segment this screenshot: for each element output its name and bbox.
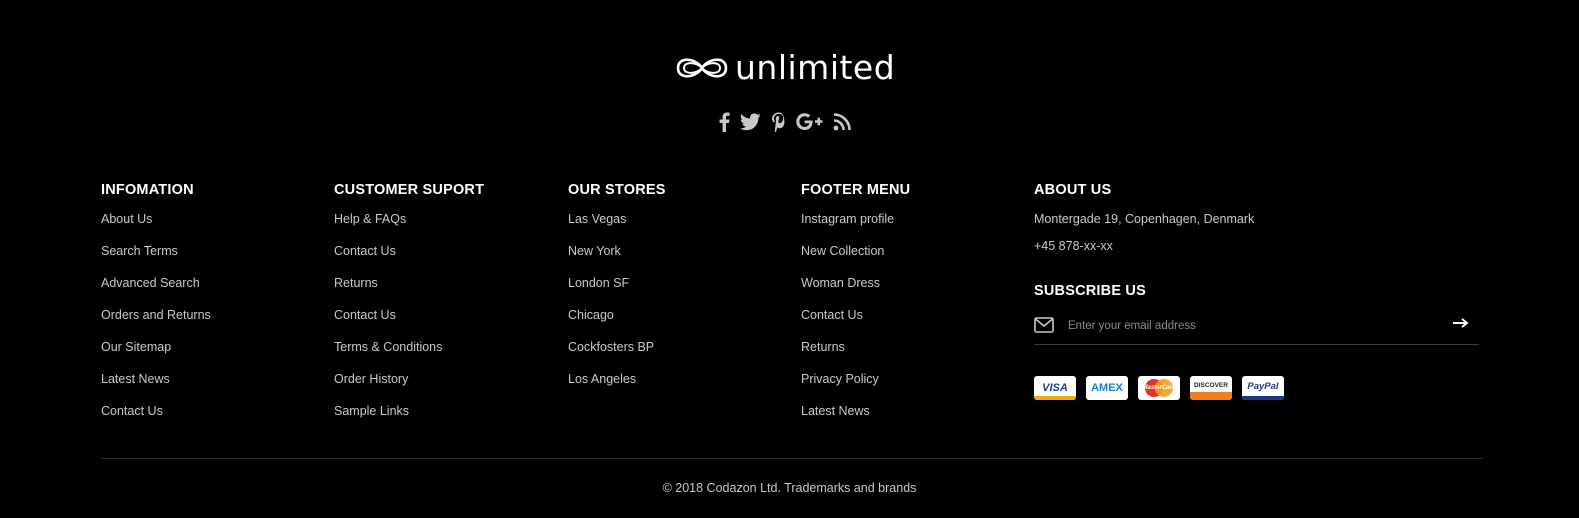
envelope-icon xyxy=(1034,317,1054,338)
footer-link[interactable]: New Collection xyxy=(801,243,894,275)
amex-label: AMEX xyxy=(1091,382,1123,394)
discover-card-icon: DISCOVER xyxy=(1190,376,1232,400)
footer-column-customer-support: CUSTOMER SUPORT Help & FAQs Contact Us R… xyxy=(334,182,485,418)
subscribe-title: SUBSCRIBE US xyxy=(1034,283,1146,299)
footer-link[interactable]: Advanced Search xyxy=(101,275,211,307)
footer-link[interactable]: New York xyxy=(568,243,654,275)
footer-column-footer-menu: FOOTER MENU Instagram profile New Collec… xyxy=(801,182,911,418)
link-list: Las Vegas New York London SF Chicago Coc… xyxy=(568,211,654,403)
footer-column-about-us: ABOUT US Montergade 19, Copenhagen, Denm… xyxy=(1034,182,1482,412)
brand-logo[interactable]: unlimited xyxy=(675,50,895,86)
column-title: INFOMATION xyxy=(101,182,194,198)
visa-stripe xyxy=(1034,396,1076,400)
logo-wordmark: unlimited xyxy=(735,48,896,87)
discover-stripe xyxy=(1190,392,1232,400)
footer-link[interactable]: Help & FAQs xyxy=(334,211,442,243)
footer-link[interactable]: About Us xyxy=(101,211,211,243)
footer-column-information: INFOMATION About Us Search Terms Advance… xyxy=(101,182,211,418)
footer-link[interactable]: Terms & Conditions xyxy=(334,339,442,371)
newsletter-email-input[interactable] xyxy=(1068,317,1438,335)
footer-link[interactable]: Returns xyxy=(334,275,442,307)
footer-link[interactable]: Latest News xyxy=(801,403,894,435)
footer-link[interactable]: Instagram profile xyxy=(801,211,894,243)
footer-link[interactable]: Search Terms xyxy=(101,243,211,275)
footer-link[interactable]: Los Angeles xyxy=(568,371,654,403)
footer-link[interactable]: Contact Us xyxy=(334,307,442,339)
amex-card-icon: AMEX xyxy=(1086,376,1128,400)
column-title: FOOTER MENU xyxy=(801,182,911,198)
infinity-logo-icon xyxy=(676,58,728,78)
footer-link[interactable]: Order History xyxy=(334,371,442,403)
footer-link[interactable]: Contact Us xyxy=(101,403,211,435)
footer-link[interactable]: Sample Links xyxy=(334,403,442,435)
visa-card-icon: VISA xyxy=(1034,376,1076,400)
column-title: OUR STORES xyxy=(568,182,666,198)
link-list: Instagram profile New Collection Woman D… xyxy=(801,211,894,435)
footer-link[interactable]: Las Vegas xyxy=(568,211,654,243)
column-title: CUSTOMER SUPORT xyxy=(334,182,485,198)
link-list: Help & FAQs Contact Us Returns Contact U… xyxy=(334,211,442,435)
paypal-label: PayPal xyxy=(1247,380,1279,392)
paypal-stripe xyxy=(1242,396,1284,400)
footer-link[interactable]: Orders and Returns xyxy=(101,307,211,339)
footer-link[interactable]: Chicago xyxy=(568,307,654,339)
footer-link[interactable]: Woman Dress xyxy=(801,275,894,307)
footer-link[interactable]: Latest News xyxy=(101,371,211,403)
mastercard-card-icon: MasterCard xyxy=(1138,376,1180,400)
copyright-text: © 2018 Codazon Ltd. Trademarks and brand… xyxy=(662,481,917,495)
google-plus-icon[interactable] xyxy=(796,113,823,131)
rss-icon[interactable] xyxy=(833,113,851,131)
footer-link[interactable]: Privacy Policy xyxy=(801,371,894,403)
newsletter-form xyxy=(1034,314,1479,345)
footer-link[interactable]: Returns xyxy=(801,339,894,371)
footer-link[interactable]: Contact Us xyxy=(801,307,894,339)
footer-link[interactable]: London SF xyxy=(568,275,654,307)
facebook-icon[interactable] xyxy=(718,112,730,132)
footer-column-our-stores: OUR STORES Las Vegas New York London SF … xyxy=(568,182,666,386)
store-phone: +45 878-xx-xx xyxy=(1034,239,1113,253)
footer-divider xyxy=(101,458,1482,459)
link-list: About Us Search Terms Advanced Search Or… xyxy=(101,211,211,435)
footer-link[interactable]: Our Sitemap xyxy=(101,339,211,371)
footer-link[interactable]: Contact Us xyxy=(334,243,442,275)
discover-label: DISCOVER xyxy=(1194,381,1228,389)
arrow-right-icon[interactable] xyxy=(1453,316,1469,335)
social-links xyxy=(718,110,851,134)
column-title: ABOUT US xyxy=(1034,182,1112,198)
pinterest-icon[interactable] xyxy=(771,112,786,132)
paypal-card-icon: PayPal xyxy=(1242,376,1284,400)
mastercard-label: MasterCard xyxy=(1142,385,1176,391)
twitter-icon[interactable] xyxy=(740,113,761,131)
store-address: Montergade 19, Copenhagen, Denmark xyxy=(1034,212,1255,226)
payment-methods: VISA AMEX MasterCard DISCOVER PayPal xyxy=(1034,376,1284,400)
footer-link[interactable]: Cockfosters BP xyxy=(568,339,654,371)
visa-label: VISA xyxy=(1042,382,1068,394)
